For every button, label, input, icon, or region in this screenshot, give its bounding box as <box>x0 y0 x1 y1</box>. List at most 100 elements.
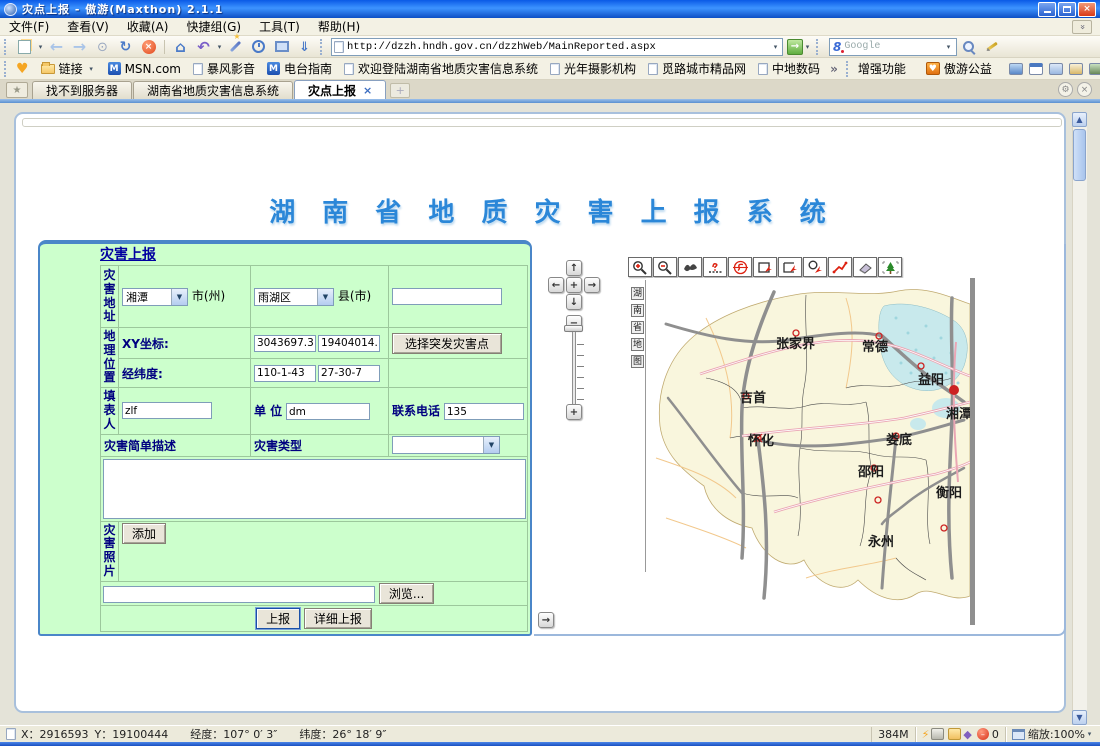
description-textarea[interactable] <box>103 459 526 519</box>
map-pan-left-button[interactable]: ← <box>548 277 564 293</box>
toolbar-grip[interactable] <box>816 39 821 55</box>
page-scrollbar[interactable] <box>1072 112 1087 725</box>
folder-dropdown[interactable] <box>87 65 96 73</box>
tab-close-all-button[interactable]: × <box>1077 82 1092 97</box>
bookmark-links-folder[interactable]: 链接 <box>35 60 102 77</box>
download-button[interactable] <box>293 37 316 57</box>
desktop-icon[interactable] <box>1009 63 1023 75</box>
layer-char[interactable]: 地 <box>631 338 644 351</box>
close-button[interactable]: × <box>1078 2 1096 17</box>
phone-input[interactable] <box>444 403 524 420</box>
map-pan-center-button[interactable]: + <box>566 277 582 293</box>
tab-disaster-report[interactable]: 灾点上报 <box>294 80 386 99</box>
restore-button[interactable] <box>1058 2 1076 17</box>
zoom-dropdown[interactable] <box>1085 730 1094 738</box>
bookmarks-overflow-chevron[interactable]: » <box>826 62 842 76</box>
map-zoom-select-tool[interactable] <box>803 257 827 277</box>
bookmarks-grip[interactable] <box>4 61 6 77</box>
favorites-heart-button[interactable] <box>10 61 35 77</box>
map-measure-tool[interactable] <box>703 257 727 277</box>
search-placeholder[interactable]: Google <box>844 41 941 52</box>
city-select[interactable]: 湘潭 <box>122 288 188 306</box>
folder-icon[interactable] <box>948 728 961 740</box>
tab-list-button[interactable] <box>6 82 28 98</box>
map-zoom-slider-rail[interactable] <box>572 330 576 406</box>
history-button[interactable] <box>247 37 270 57</box>
map-pan-right-button[interactable]: → <box>584 277 600 293</box>
bookmark-hunan-geohazard[interactable]: 欢迎登陆湖南省地质灾害信息系统 <box>338 60 544 77</box>
map-draw-line-tool[interactable] <box>828 257 852 277</box>
popup-blocker-icon[interactable] <box>977 728 989 740</box>
longitude-input[interactable] <box>254 365 316 382</box>
zoom-control[interactable]: 缩放:100% <box>1006 727 1100 742</box>
menu-favorites[interactable]: 收藏(A) <box>118 18 178 36</box>
menu-view[interactable]: 查看(V) <box>58 18 118 36</box>
bookmark-radio-guide[interactable]: M电台指南 <box>261 60 338 77</box>
reporter-name-input[interactable] <box>122 402 212 419</box>
bookmark-guangnian-photo[interactable]: 光年摄影机构 <box>544 60 642 77</box>
map-eraser-tool[interactable] <box>853 257 877 277</box>
bookmark-milu-city[interactable]: 觅路城市精品网 <box>642 60 752 77</box>
notes-icon[interactable] <box>1049 63 1063 75</box>
new-tab-button[interactable] <box>13 37 36 57</box>
scroll-up-button[interactable]: ▲ <box>1072 112 1087 127</box>
history-dropdown-button[interactable] <box>91 37 114 57</box>
forward-button[interactable] <box>68 37 91 57</box>
plugin-icon[interactable] <box>963 728 971 741</box>
map-pan-down-button[interactable]: ↓ <box>566 294 582 310</box>
back-button[interactable] <box>45 37 68 57</box>
window-icon[interactable] <box>1029 63 1043 75</box>
browse-button[interactable]: 浏览... <box>379 583 434 604</box>
scrollbar-thumb[interactable] <box>1073 129 1086 181</box>
address-url[interactable]: http://dzzh.hndh.gov.cn/dzzhWeb/MainRepo… <box>347 41 768 53</box>
magic-fill-button[interactable] <box>224 37 247 57</box>
map-zoom-out-tool[interactable] <box>653 257 677 277</box>
building-icon[interactable] <box>1089 63 1100 75</box>
tab-settings-wrench-button[interactable]: ⚙ <box>1058 82 1073 97</box>
snapshot-button[interactable] <box>270 37 293 57</box>
address-dropdown[interactable] <box>771 43 780 51</box>
map-zoom-in-slider-button[interactable]: + <box>566 404 582 420</box>
refresh-button[interactable] <box>114 37 137 57</box>
bookmarks-grip[interactable] <box>846 61 848 77</box>
go-button[interactable] <box>787 39 803 55</box>
printer-icon[interactable] <box>931 728 944 740</box>
layer-char[interactable]: 湖 <box>631 287 644 300</box>
map-pan-up-button[interactable]: ↑ <box>566 260 582 276</box>
map-rect-select-tool[interactable] <box>753 257 777 277</box>
address-detail-input[interactable] <box>392 288 502 305</box>
menu-tools[interactable]: 工具(T) <box>250 18 309 36</box>
boost-icon[interactable] <box>922 728 930 741</box>
minimize-button[interactable] <box>1038 2 1056 17</box>
layer-char[interactable]: 图 <box>631 355 644 368</box>
menu-file[interactable]: 文件(F) <box>0 18 58 36</box>
disaster-type-select[interactable] <box>392 436 500 454</box>
y-coordinate-input[interactable] <box>318 335 380 352</box>
undo-dropdown[interactable] <box>215 43 224 51</box>
submit-button[interactable]: 上报 <box>256 608 300 629</box>
stop-button[interactable] <box>137 37 160 57</box>
map-canvas[interactable]: 张家界 常德 益阳 吉首 怀化 娄底 邵阳 衡阳 永州 湘潭 <box>646 278 970 625</box>
photo-file-input[interactable] <box>103 586 375 603</box>
menu-help[interactable]: 帮助(H) <box>309 18 369 36</box>
new-tab-dropdown[interactable] <box>36 43 45 51</box>
search-engine-dropdown[interactable] <box>944 43 953 51</box>
new-tab-plus-button[interactable] <box>390 83 410 98</box>
go-dropdown[interactable] <box>803 43 812 51</box>
toolbar-grip[interactable] <box>4 39 9 55</box>
enhance-features-button[interactable]: 增强功能 <box>852 60 912 77</box>
bookmark-zhongdi-digital[interactable]: 中地数码 <box>752 60 826 77</box>
map-zoom-slider-thumb[interactable] <box>564 325 583 332</box>
latitude-input[interactable] <box>318 365 380 382</box>
detail-submit-button[interactable]: 详细上报 <box>304 608 372 629</box>
tab-server-not-found[interactable]: 找不到服务器 <box>32 81 132 99</box>
pen-icon[interactable] <box>1069 63 1083 75</box>
menu-overflow-button[interactable] <box>1072 20 1092 34</box>
map-full-extent-tool[interactable] <box>878 257 902 277</box>
bookmark-msn[interactable]: MMSN.com <box>102 62 187 76</box>
panel-collapse-button[interactable]: → <box>538 612 554 628</box>
map-rect-deselect-tool[interactable] <box>778 257 802 277</box>
map-pan-tool[interactable] <box>678 257 702 277</box>
search-button[interactable] <box>957 37 980 57</box>
tab-hunan-geohazard-info[interactable]: 湖南省地质灾害信息系统 <box>133 81 293 99</box>
